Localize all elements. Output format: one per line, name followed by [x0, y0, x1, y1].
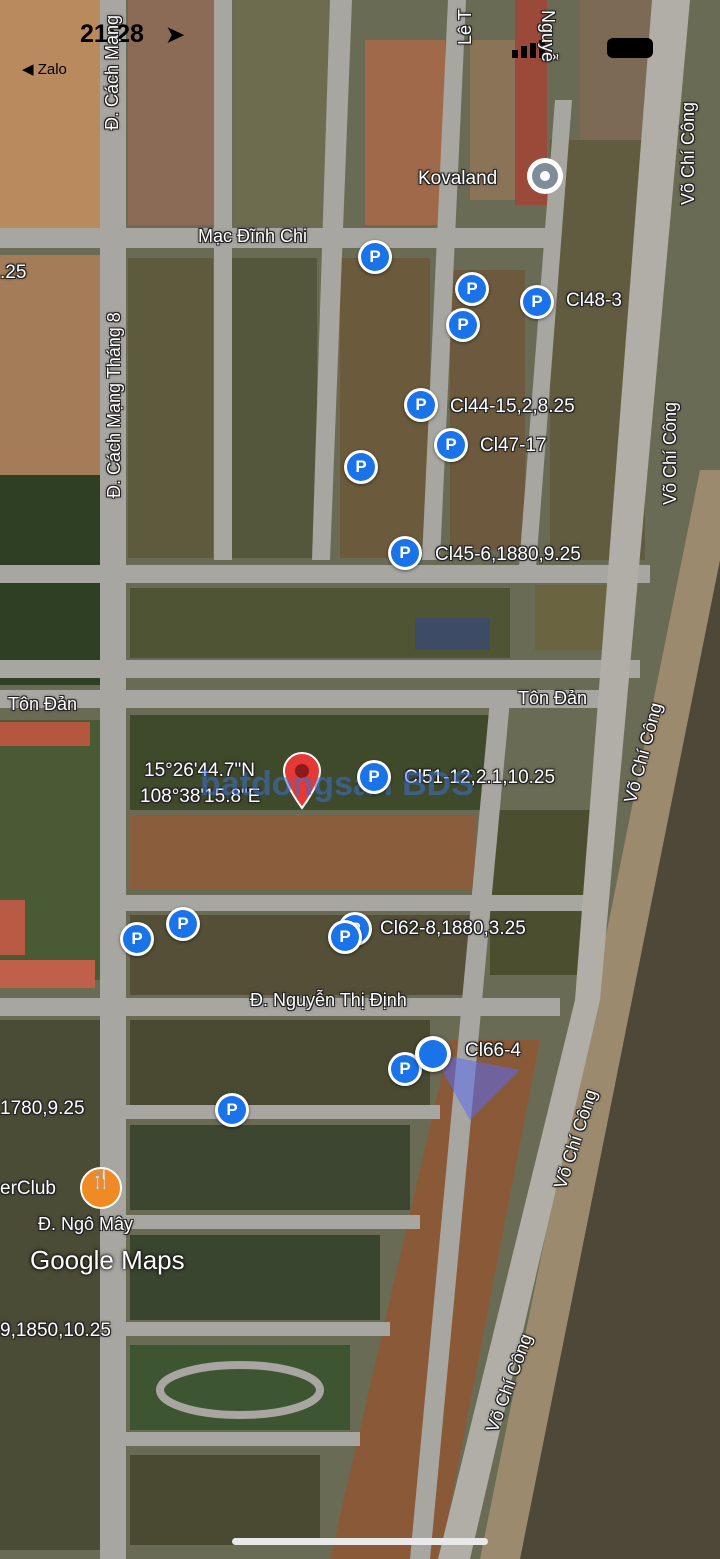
parking-pin-icon[interactable]: P — [166, 907, 200, 941]
parcel-label-1850: 9,1850,10.25 — [0, 1320, 111, 1341]
street-label-cach-mang-thang-8: Đ. Cách Mạng Tháng 8 — [104, 312, 124, 498]
parcel-label-1780: 1780,9.25 — [0, 1098, 85, 1119]
street-label-le-t: Lê T — [455, 9, 475, 45]
street-label-mac-dinh-chi: Mạc Đĩnh Chi — [198, 226, 308, 246]
battery-icon — [607, 38, 653, 58]
street-label-ton-dan-right: Tôn Đản — [518, 688, 588, 708]
parking-pin-icon[interactable]: P — [120, 922, 154, 956]
street-label-ton-dan-left: Tôn Đản — [8, 694, 78, 714]
home-indicator[interactable] — [232, 1538, 488, 1545]
parcel-label-cl62: Cl62-8,1880,3.25 — [380, 918, 526, 939]
google-maps-logo: Google Maps — [30, 1245, 185, 1275]
parking-pin-icon[interactable]: P — [446, 308, 480, 342]
parcel-label-cl44: Cl44-15,2,8.25 — [450, 396, 575, 417]
parking-pin-icon[interactable]: P — [388, 536, 422, 570]
parcel-label-25: .25 — [0, 262, 27, 283]
parcel-label-cl48: Cl48-3 — [566, 290, 622, 311]
street-label-ngo-may: Đ. Ngô Mây — [38, 1214, 134, 1234]
parcel-label-cl47: Cl47-17 — [480, 435, 547, 456]
parking-pin-icon[interactable]: P — [215, 1093, 249, 1127]
parking-pin-icon[interactable]: P — [328, 920, 362, 954]
place-label-kovaland[interactable]: Kovaland — [418, 168, 497, 190]
parking-pin-icon[interactable]: P — [520, 285, 554, 319]
back-to-zalo-link[interactable]: ◀ Zalo — [22, 60, 67, 78]
kovaland-place-icon[interactable] — [527, 158, 563, 194]
street-label-nguyen-top: Nguyễ — [538, 10, 558, 63]
parking-pin-icon[interactable]: P — [434, 428, 468, 462]
restaurant-icon[interactable]: 🍴 — [80, 1167, 122, 1209]
street-label-vo-chi-cong-2: Võ Chí Công — [660, 401, 680, 505]
street-label-vo-chi-cong-1: Võ Chí Công — [678, 101, 698, 205]
street-label-cach-mang-top: Đ. Cách Mạng — [102, 14, 122, 130]
parcel-label-cl66: Cl66-4 — [465, 1040, 521, 1061]
current-location-icon[interactable] — [415, 1036, 451, 1072]
watermark: batdongsan BDS — [200, 765, 474, 803]
parking-pin-icon[interactable]: P — [404, 388, 438, 422]
parking-pin-icon[interactable]: P — [357, 760, 391, 794]
place-label-club[interactable]: erClub — [0, 1178, 56, 1200]
parking-pin-icon[interactable]: P — [344, 450, 378, 484]
location-arrow-icon: ➤ — [166, 22, 185, 47]
street-label-nguyen-thi-dinh: Đ. Nguyễn Thị Định — [250, 990, 407, 1010]
parking-pin-icon[interactable]: P — [455, 272, 489, 306]
parcel-label-cl45: Cl45-6,1880,9.25 — [435, 544, 581, 565]
parking-pin-icon[interactable]: P — [358, 240, 392, 274]
